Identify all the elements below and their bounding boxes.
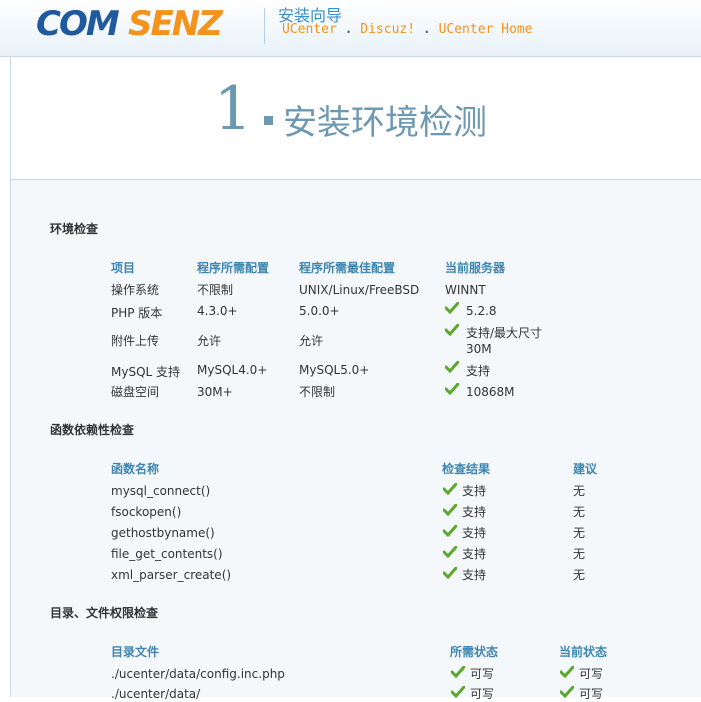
func-result: 支持 — [462, 526, 487, 540]
check-icon — [443, 546, 457, 558]
env-required: 4.3.0+ — [197, 304, 238, 318]
step-banner: 1 安装环境检测 — [10, 57, 701, 180]
product-list: UCenter . Discuz! . UCenter Home — [282, 22, 532, 37]
env-col-current: 当前服务器 — [445, 261, 506, 275]
dir-current: 可写 — [579, 687, 604, 701]
func-col-result: 检查结果 — [442, 462, 491, 476]
func-advice: 无 — [573, 484, 586, 498]
dir-col-path: 目录文件 — [111, 645, 160, 659]
func-col-name: 函数名称 — [111, 462, 160, 476]
dir-check-title: 目录、文件权限检查 — [50, 606, 159, 620]
check-icon — [560, 666, 574, 678]
env-item: 磁盘空间 — [111, 385, 160, 399]
step-dot — [264, 116, 273, 125]
check-icon — [445, 361, 459, 373]
product-ucenter: UCenter — [282, 22, 337, 37]
svg-text:SENZ: SENZ — [128, 4, 224, 42]
product-discuz: Discuz! — [360, 22, 416, 37]
check-icon — [445, 383, 459, 395]
product-sep: . — [422, 22, 431, 37]
func-result: 支持 — [462, 484, 487, 498]
dir-current: 可写 — [579, 667, 604, 681]
dir-path: ./ucenter/data/config.inc.php — [111, 667, 285, 681]
env-item: 附件上传 — [111, 334, 160, 348]
dir-col-current: 当前状态 — [559, 645, 608, 659]
func-name: xml_parser_create() — [111, 568, 232, 582]
dir-required: 可写 — [470, 667, 495, 681]
func-advice: 无 — [573, 505, 586, 519]
product-uchome: UCenter Home — [438, 22, 533, 37]
dir-col-required: 所需状态 — [450, 645, 499, 659]
env-required: 30M+ — [197, 385, 233, 399]
comsenz-logo: COM SENZ — [36, 4, 226, 42]
env-col-item: 项目 — [111, 261, 136, 275]
func-name: mysql_connect() — [111, 484, 211, 498]
env-required: MySQL4.0+ — [197, 363, 268, 377]
main-content: 环境检查 项目 程序所需配置 程序所需最佳配置 当前服务器 操作系统 不限制 U… — [10, 180, 701, 701]
check-icon — [443, 483, 457, 495]
check-icon — [443, 567, 457, 579]
header: COM SENZ 安装向导 UCenter . Discuz! . UCente… — [0, 0, 701, 57]
svg-text:COM: COM — [36, 4, 120, 42]
check-icon — [451, 686, 465, 698]
env-current: 10868M — [466, 385, 515, 399]
func-result: 支持 — [462, 568, 487, 582]
env-item: 操作系统 — [111, 283, 160, 297]
func-col-advice: 建议 — [573, 462, 598, 476]
env-check-title: 环境检查 — [50, 222, 99, 236]
func-advice: 无 — [573, 568, 586, 582]
step-number: 1 — [214, 74, 252, 144]
env-col-required: 程序所需配置 — [197, 261, 270, 275]
func-result: 支持 — [462, 505, 487, 519]
env-item: PHP 版本 — [111, 306, 163, 320]
env-current: 5.2.8 — [466, 304, 497, 318]
env-required: 允许 — [197, 334, 222, 348]
check-icon — [445, 302, 459, 314]
check-icon — [445, 324, 459, 336]
func-name: file_get_contents() — [111, 547, 223, 561]
env-col-best: 程序所需最佳配置 — [299, 261, 396, 275]
env-best: 5.0.0+ — [299, 304, 340, 318]
func-name: fsockopen() — [111, 505, 182, 519]
func-advice: 无 — [573, 526, 586, 540]
env-best: MySQL5.0+ — [299, 363, 370, 377]
func-advice: 无 — [573, 547, 586, 561]
header-divider — [264, 8, 265, 44]
check-icon — [560, 686, 574, 698]
env-current: WINNT — [445, 283, 486, 297]
check-icon — [443, 504, 457, 516]
env-best: 不限制 — [299, 385, 336, 399]
func-result: 支持 — [462, 547, 487, 561]
env-best: 允许 — [299, 334, 324, 348]
env-item: MySQL 支持 — [111, 365, 181, 379]
step-title: 安装环境检测 — [283, 103, 487, 143]
env-current: 支持/最大尺寸 30M — [466, 326, 543, 356]
check-icon — [451, 666, 465, 678]
product-sep: . — [344, 22, 353, 37]
env-best: UNIX/Linux/FreeBSD — [299, 283, 420, 297]
check-icon — [443, 525, 457, 537]
env-current: 支持 — [466, 364, 491, 378]
func-name: gethostbyname() — [111, 526, 215, 540]
env-required: 不限制 — [197, 283, 234, 297]
dir-required: 可写 — [470, 687, 495, 701]
dir-path: ./ucenter/data/ — [111, 687, 201, 701]
func-check-title: 函数依赖性检查 — [50, 423, 135, 437]
